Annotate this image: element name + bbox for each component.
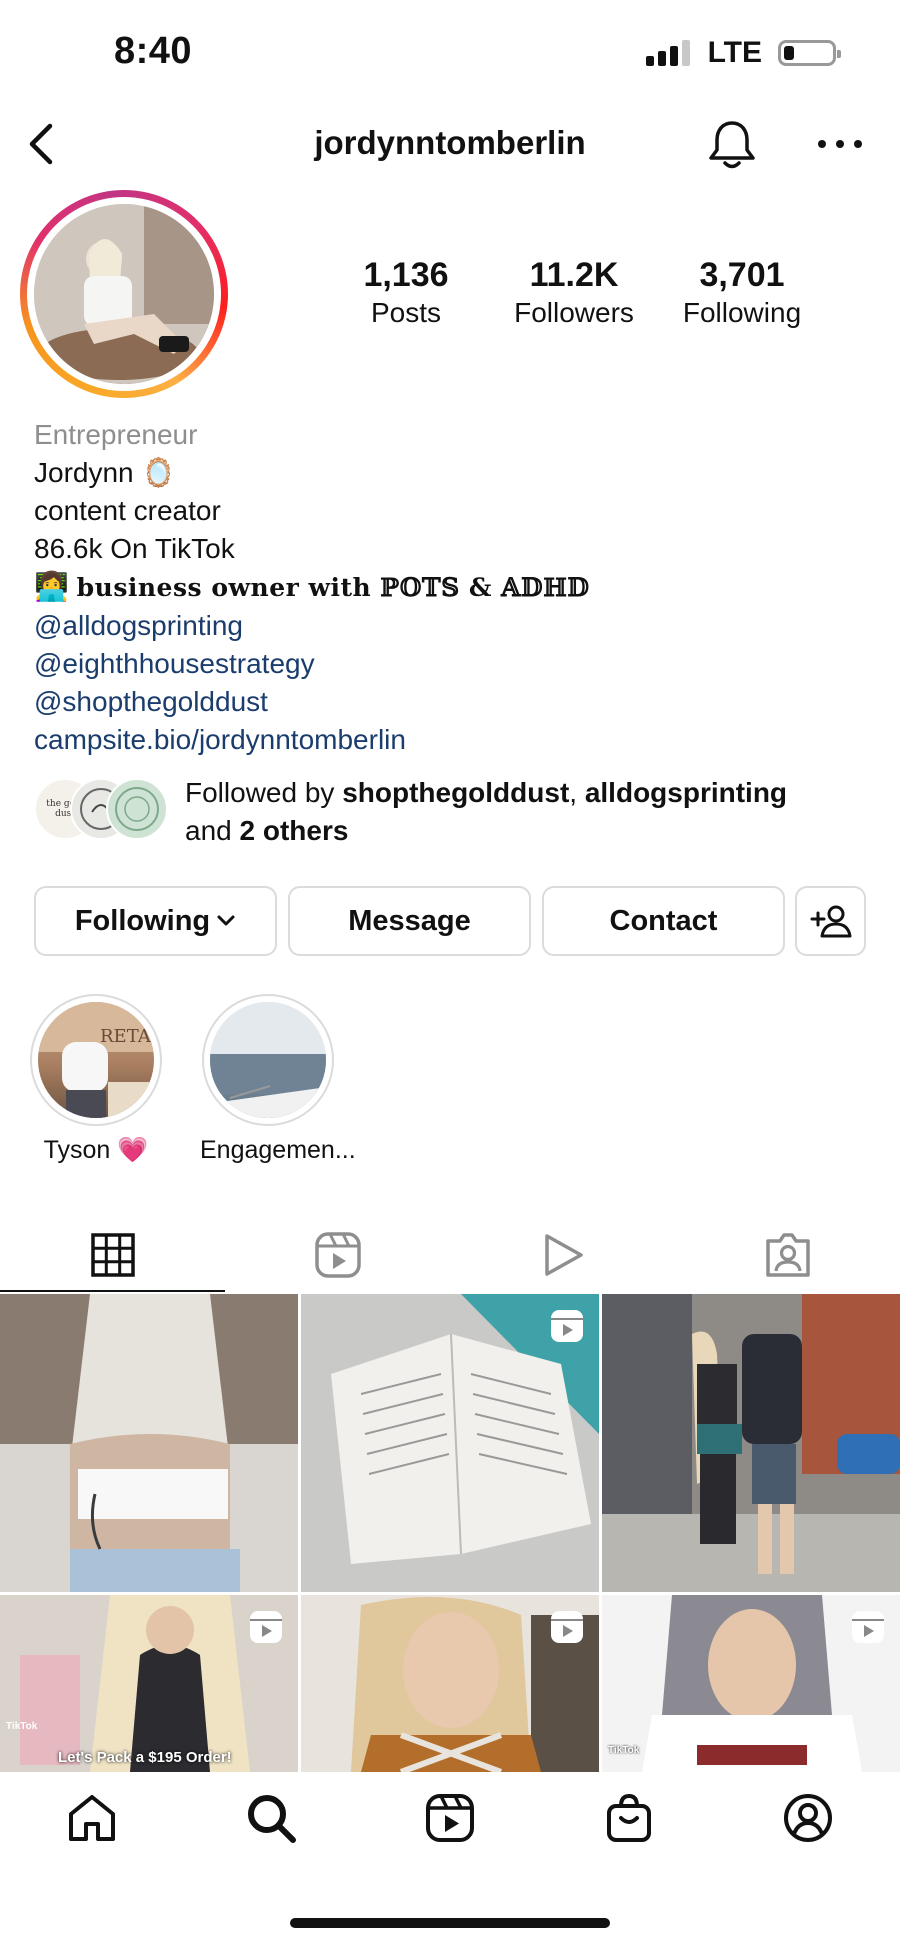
chevron-down-icon (217, 915, 235, 926)
followed-by-separator: , (569, 777, 585, 808)
message-button[interactable]: Message (288, 886, 531, 956)
bio-name-line: Jordynn 🪞 (34, 454, 590, 492)
tiktok-watermark: TikTok (608, 1745, 640, 1756)
more-horizontal-icon (818, 140, 862, 148)
tab-reels[interactable] (225, 1220, 450, 1290)
stat-value: 3,701 (699, 256, 785, 294)
tagged-person-icon (765, 1233, 810, 1277)
followed-by-and: and (185, 815, 240, 846)
followed-by-prefix: Followed by (185, 777, 343, 808)
home-indicator[interactable] (290, 1918, 610, 1928)
followed-by-others: 2 others (239, 815, 349, 846)
status-indicators: LTE (645, 36, 841, 70)
laptop-person-emoji: 👩‍💻 (34, 571, 69, 602)
profile-avatar[interactable] (20, 190, 228, 398)
signal-icon (645, 40, 690, 66)
suggested-users-button[interactable] (795, 886, 866, 956)
highlight-image: RETA (38, 1002, 154, 1118)
profile-username: jordynntomberlin (314, 124, 586, 161)
bio-line: content creator (34, 495, 221, 526)
grid-post[interactable] (602, 1294, 900, 1592)
tiktok-watermark: TikTok (6, 1721, 38, 1732)
reel-badge-icon (852, 1611, 884, 1643)
bottom-navigation (0, 1772, 900, 1882)
bio-mention-link[interactable]: @eighthhousestrategy (34, 645, 590, 683)
followed-by-text[interactable]: Followed by shopthegolddust, alldogsprin… (185, 774, 865, 850)
post-thumbnail (602, 1294, 900, 1592)
message-button-label: Message (348, 904, 471, 937)
highlight-image (210, 1002, 326, 1118)
shop-icon[interactable] (603, 1792, 655, 1844)
battery-icon (778, 40, 841, 66)
mirror-emoji: 🪞 (141, 457, 177, 488)
reel-badge-icon (551, 1310, 583, 1342)
highlight-label: Engagemen... (200, 1136, 356, 1164)
highlight-ring (202, 994, 334, 1126)
tab-tagged[interactable] (675, 1220, 900, 1290)
stat-label: Posts (370, 297, 442, 328)
contact-button[interactable]: Contact (542, 886, 785, 956)
followed-by-user: alldogsprinting (584, 777, 788, 808)
tab-posts-grid[interactable] (0, 1220, 225, 1290)
highlight-ring: RETA (30, 994, 162, 1126)
network-type: LTE (707, 36, 762, 69)
stat-value: 1,136 (363, 256, 449, 294)
avatar-photo (34, 204, 214, 384)
status-time: 8:40 (114, 30, 193, 72)
notifications-button[interactable] (706, 118, 758, 172)
contact-button-label: Contact (609, 904, 718, 937)
profile-bio: Entrepreneur Jordynn 🪞 content creator 8… (34, 416, 590, 759)
grid-post[interactable]: TikTok Let's Pack a $195 Order! (0, 1595, 298, 1772)
play-icon (544, 1234, 583, 1276)
highlight-engagement[interactable]: Engagemen... (200, 994, 356, 1165)
stat-label: Following (682, 297, 802, 328)
reels-icon (314, 1232, 361, 1278)
stat-posts[interactable]: 1,136 Posts (331, 256, 481, 329)
follower-avatar (106, 778, 168, 840)
stat-label: Followers (514, 297, 634, 328)
followed-by-avatars[interactable]: the gold dust (34, 778, 170, 844)
bio-category: Entrepreneur (34, 419, 198, 450)
stat-followers[interactable]: 11.2K Followers (499, 256, 649, 329)
bio-mention-link[interactable]: @shopthegolddust (34, 683, 590, 721)
profile-icon[interactable] (782, 1792, 834, 1844)
reel-badge-icon (551, 1611, 583, 1643)
reel-badge-icon (250, 1611, 282, 1643)
following-button-label: Following (74, 904, 211, 937)
grid-post[interactable] (301, 1294, 599, 1592)
active-tab-indicator (0, 1290, 225, 1292)
bio-mention-link[interactable]: @alldogsprinting (34, 607, 590, 645)
stat-value: 11.2K (529, 256, 619, 294)
bio-line: 👩‍💻 𝐛𝐮𝐬𝐢𝐧𝐞𝐬𝐬 𝐨𝐰𝐧𝐞𝐫 𝐰𝐢𝐭𝐡 ℙ𝕆𝕋𝕊 & 𝔸𝔻ℍ𝔻 (34, 568, 590, 607)
search-icon[interactable] (245, 1792, 297, 1844)
highlight-tyson[interactable]: RETA Tyson 💗 (28, 994, 164, 1165)
home-icon[interactable] (66, 1792, 118, 1844)
more-options-button[interactable] (812, 134, 868, 154)
bio-name: Jordynn (34, 457, 134, 488)
bio-line: 86.6k On TikTok (34, 533, 235, 564)
tab-videos[interactable] (450, 1220, 675, 1290)
bio-website-link[interactable]: campsite.bio/jordynntomberlin (34, 721, 590, 759)
following-button[interactable]: Following (34, 886, 277, 956)
bio-fancy-text: 𝐛𝐮𝐬𝐢𝐧𝐞𝐬𝐬 𝐨𝐰𝐧𝐞𝐫 𝐰𝐢𝐭𝐡 ℙ𝕆𝕋𝕊 & 𝔸𝔻ℍ𝔻 (76, 573, 590, 602)
grid-post[interactable]: TikTok (602, 1595, 900, 1772)
add-person-icon (810, 905, 851, 938)
grid-post[interactable] (301, 1595, 599, 1772)
reels-icon[interactable] (424, 1792, 476, 1844)
post-overlay-text: Let's Pack a $195 Order! (58, 1749, 232, 1766)
followed-by-user: shopthegolddust (342, 777, 570, 808)
grid-icon (90, 1233, 135, 1277)
post-thumbnail (0, 1294, 298, 1592)
stat-following[interactable]: 3,701 Following (667, 256, 817, 329)
svg-text:RETA: RETA (100, 1026, 152, 1047)
bell-icon (709, 121, 755, 169)
highlight-label: Tyson 💗 (43, 1136, 149, 1164)
grid-post[interactable] (0, 1294, 298, 1592)
